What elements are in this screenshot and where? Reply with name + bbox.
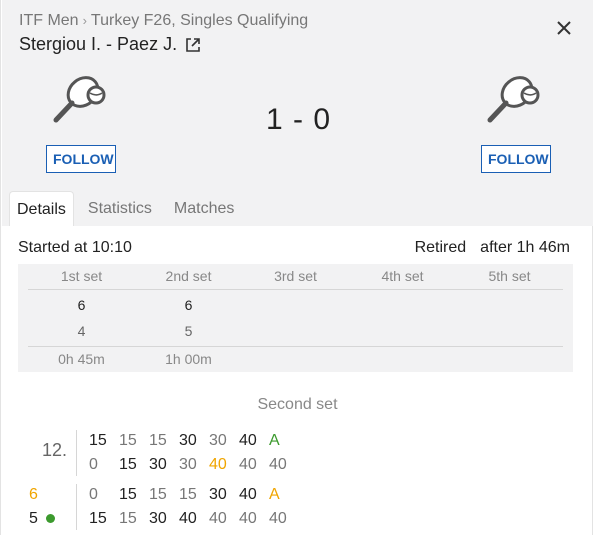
point: 15 [149, 486, 167, 503]
point: 40 [239, 510, 257, 527]
match-header: ITF Men › Turkey F26, Singles Qualifying S… [2, 0, 593, 226]
tab-bar: Details Statistics Matches [3, 191, 248, 226]
point: 15 [119, 486, 137, 503]
point: 15 [119, 456, 137, 473]
breadcrumb: ITF Men › Turkey F26, Singles Qualifying [19, 12, 308, 30]
breadcrumb-tournament[interactable]: Turkey F26, Singles Qualifying [91, 12, 308, 29]
point: A [269, 486, 280, 503]
follow-button-away[interactable]: FOLLOW [481, 145, 551, 173]
start-time: Started at 10:10 [18, 239, 132, 256]
match-status: Retired after 1h 46m [415, 239, 570, 257]
point: 15 [89, 432, 107, 449]
player2-games-row: 4 5 [28, 323, 563, 339]
games-score-value: 5 [29, 510, 38, 527]
point: 30 [209, 486, 227, 503]
point: 0 [89, 486, 98, 503]
point: 15 [179, 486, 197, 503]
retired-label: Retired [414, 239, 467, 256]
tab-details[interactable]: Details [9, 191, 74, 226]
match-title: Stergiou I. - Paez J. [19, 34, 201, 55]
game-row-12: 12. 15 15 15 30 30 40 A 0 15 30 30 40 40… [1, 430, 593, 476]
set-games [456, 323, 563, 339]
set-header: 1st set [60, 268, 103, 284]
set-header: 2nd set [165, 268, 212, 284]
point: 15 [89, 510, 107, 527]
point: 30 [179, 432, 197, 449]
set-games [349, 323, 456, 339]
point: 30 [149, 510, 167, 527]
point: 40 [209, 456, 227, 473]
set-header: 3rd set [274, 268, 317, 284]
tab-statistics[interactable]: Statistics [80, 191, 160, 226]
match-detail-panel: ITF Men › Turkey F26, Singles Qualifying S… [0, 0, 593, 535]
breadcrumb-separator-icon: › [82, 13, 87, 28]
set-duration: 0h 45m [58, 351, 105, 367]
set-games: 4 [77, 323, 86, 339]
point: 40 [239, 486, 257, 503]
point: 40 [239, 432, 257, 449]
set-games [456, 297, 563, 313]
points-player2: 0 15 30 30 40 40 40 [89, 456, 299, 474]
points-player1: 15 15 15 30 30 40 A [89, 432, 299, 450]
set-header: 5th set [488, 268, 531, 284]
point: 15 [149, 432, 167, 449]
point: 15 [119, 510, 137, 527]
point: 30 [209, 432, 227, 449]
follow-button-home[interactable]: FOLLOW [46, 145, 116, 173]
point-by-point-set-title: Second set [257, 396, 338, 413]
set-duration [349, 351, 456, 367]
set-header: 4th set [381, 268, 424, 284]
set-duration [242, 351, 349, 367]
point: 40 [269, 510, 287, 527]
tab-matches[interactable]: Matches [166, 191, 242, 226]
breadcrumb-category[interactable]: ITF Men [19, 12, 79, 29]
set-duration: 1h 00m [165, 351, 212, 367]
divider [28, 346, 563, 347]
set-games: 6 [77, 297, 86, 313]
set-games [242, 323, 349, 339]
point: A [269, 432, 280, 449]
point: 30 [149, 456, 167, 473]
point: 40 [179, 510, 197, 527]
external-link-icon[interactable] [185, 37, 201, 53]
divider [76, 430, 77, 476]
match-duration: after 1h 46m [480, 239, 570, 256]
match-title-text: Stergiou I. - Paez J. [19, 34, 178, 54]
set-games: 5 [184, 323, 193, 339]
game-number: 12. [41, 440, 67, 460]
point: 40 [209, 510, 227, 527]
point: 40 [269, 456, 287, 473]
sets-table: 1st set 2nd set 3rd set 4th set 5th set … [18, 264, 573, 372]
set-games [349, 297, 456, 313]
game-row-6-5: 6 5 0 15 15 15 30 40 A 15 15 30 40 40 40… [1, 484, 593, 530]
point: 0 [89, 456, 98, 473]
sets-header-row: 1st set 2nd set 3rd set 4th set 5th set [28, 268, 563, 284]
point: 15 [119, 432, 137, 449]
serve-dot-icon [45, 514, 55, 524]
divider [76, 484, 77, 530]
points-player2: 15 15 30 40 40 40 40 [89, 510, 299, 528]
close-icon[interactable] [555, 19, 573, 37]
games-score-player2: 5 [29, 510, 55, 528]
divider [28, 289, 563, 290]
player1-games-row: 6 6 [28, 297, 563, 313]
set-games: 6 [184, 297, 193, 313]
point: 30 [179, 456, 197, 473]
points-player1: 0 15 15 15 30 40 A [89, 486, 299, 504]
tennis-racket-icon [487, 76, 540, 123]
games-score-player1: 6 [29, 486, 38, 503]
set-duration [456, 351, 563, 367]
point: 40 [239, 456, 257, 473]
set-games [242, 297, 349, 313]
set-durations-row: 0h 45m 1h 00m [28, 351, 563, 367]
